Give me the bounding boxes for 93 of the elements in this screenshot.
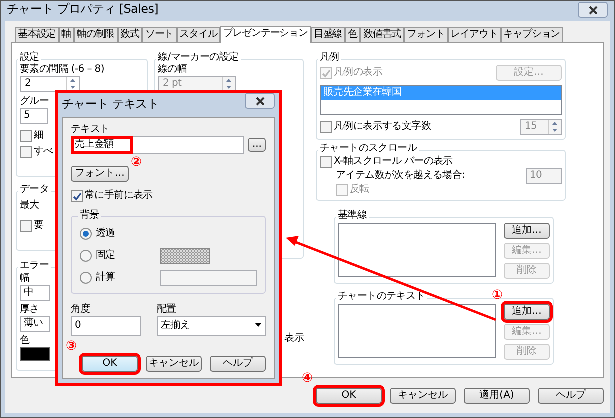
checkbox[interactable] <box>20 130 32 142</box>
text-field[interactable]: 売上金額 <box>71 136 244 154</box>
button[interactable]: OK <box>316 388 382 404</box>
select-field[interactable]: 中 <box>20 285 50 301</box>
select-field[interactable]: 薄い <box>20 316 50 332</box>
checkbox-label: X-軸スクロール バーの表示 <box>334 156 453 168</box>
checkbox-label: 常に手前に表示 <box>85 190 153 202</box>
annotation-number: ③ <box>66 340 77 353</box>
close-button[interactable] <box>578 2 608 18</box>
checkbox-label: 反転 <box>350 184 370 196</box>
tab[interactable]: キャプション <box>500 27 564 42</box>
field-label: アイテム数が次を越える場合: <box>336 170 466 182</box>
group-title: 背景 <box>78 210 102 222</box>
button[interactable]: 追加... <box>504 304 550 320</box>
checkbox-label: 凡例に表示する文字数 <box>334 121 432 133</box>
font-button[interactable]: フォント... <box>71 166 129 182</box>
annotation-number: ② <box>131 156 142 169</box>
radio-label: 計算 <box>96 272 116 284</box>
button[interactable]: キャンセル <box>390 388 456 404</box>
checkbox[interactable] <box>20 220 32 232</box>
group-title: 凡例 <box>318 52 342 64</box>
button[interactable]: キャンセル <box>146 356 202 372</box>
spin-arrows-icon <box>70 78 76 88</box>
color-swatch[interactable] <box>20 347 50 361</box>
tab[interactable]: プレゼンテーション <box>220 26 311 43</box>
field-label: 要素の間隔 (-6 – 8) <box>20 65 104 76</box>
tab[interactable]: ソート <box>142 27 177 42</box>
group-title: エラー <box>18 260 52 272</box>
field-label: テキスト <box>71 124 110 136</box>
annotation-number: ① <box>492 289 503 302</box>
browse-button[interactable]: ... <box>248 138 266 152</box>
tab[interactable]: 色 <box>345 27 360 42</box>
radio-button[interactable] <box>80 250 92 262</box>
select-value: 左揃え <box>161 320 190 332</box>
field-label: グルー <box>20 96 50 108</box>
tab[interactable]: 軸の制限 <box>74 27 118 42</box>
tab[interactable]: 目盛線 <box>310 27 346 42</box>
highlight-frame <box>71 136 133 154</box>
field-label: 幅 <box>20 273 30 285</box>
pattern-swatch[interactable] <box>160 248 210 264</box>
spin-field[interactable]: 2 <box>20 76 80 92</box>
expression-field[interactable] <box>160 270 257 286</box>
button[interactable]: OK <box>82 356 138 372</box>
checkbox-label: 表示 <box>284 333 304 345</box>
angle-field[interactable]: 0 <box>71 316 141 336</box>
radio-label: 透過 <box>96 228 116 240</box>
field-label: 最大 <box>20 200 40 212</box>
group-title: チャートのスクロール <box>318 143 420 155</box>
tab[interactable]: レイアウト <box>448 27 501 42</box>
checkbox-label: 細 <box>34 130 44 142</box>
group-title: 線/マーカーの設定 <box>156 52 241 64</box>
spin-field[interactable]: 5 <box>20 108 48 124</box>
button[interactable]: ヘルプ <box>210 356 266 372</box>
group-title: チャートのテキスト <box>336 291 428 303</box>
radio-label: 固定 <box>96 250 116 262</box>
radio-button[interactable] <box>80 228 92 240</box>
field-label: 色 <box>20 335 30 347</box>
field-label: 配置 <box>157 304 176 316</box>
field-label: 線の幅 <box>158 65 188 76</box>
list-box[interactable] <box>338 304 496 358</box>
checkbox[interactable] <box>320 156 332 168</box>
field-label: 厚さ <box>20 304 40 316</box>
tab[interactable]: フォント <box>404 27 448 42</box>
checkbox-label: すべ <box>34 146 54 158</box>
list-box[interactable] <box>338 223 496 277</box>
tab[interactable]: 数値書式 <box>360 27 404 42</box>
dialog-title: チャート テキスト <box>62 97 160 112</box>
spin-arrows-icon <box>226 78 232 88</box>
close-icon <box>256 96 264 106</box>
checkbox-label: 凡例の表示 <box>334 67 383 79</box>
alignment-select[interactable]: 左揃え <box>157 316 266 336</box>
caret-icon <box>255 323 262 328</box>
close-icon <box>588 6 598 14</box>
radio-button[interactable] <box>80 272 92 284</box>
checkbox-label: 要 <box>34 220 44 232</box>
tab[interactable]: スタイル <box>176 27 220 42</box>
spin-arrows-icon <box>552 122 558 132</box>
checkbox[interactable] <box>320 121 332 133</box>
tab[interactable]: 軸 <box>58 27 74 42</box>
group-title: 基準線 <box>336 210 370 222</box>
group-title: 設定 <box>18 52 42 64</box>
checkbox[interactable] <box>20 146 32 158</box>
close-button[interactable] <box>245 93 275 109</box>
field-label: 角度 <box>71 304 90 316</box>
tab[interactable]: 数式 <box>118 27 142 42</box>
button[interactable]: 適用(A) <box>464 388 530 404</box>
group-title: データ <box>18 184 52 196</box>
tab[interactable]: 基本設定 <box>15 27 59 42</box>
checkbox[interactable] <box>71 190 83 202</box>
button[interactable]: 追加... <box>504 223 550 239</box>
annotation-number: ④ <box>302 372 313 385</box>
button[interactable]: ヘルプ <box>538 388 604 404</box>
window-title: チャート プロパティ [Sales] <box>7 2 159 16</box>
